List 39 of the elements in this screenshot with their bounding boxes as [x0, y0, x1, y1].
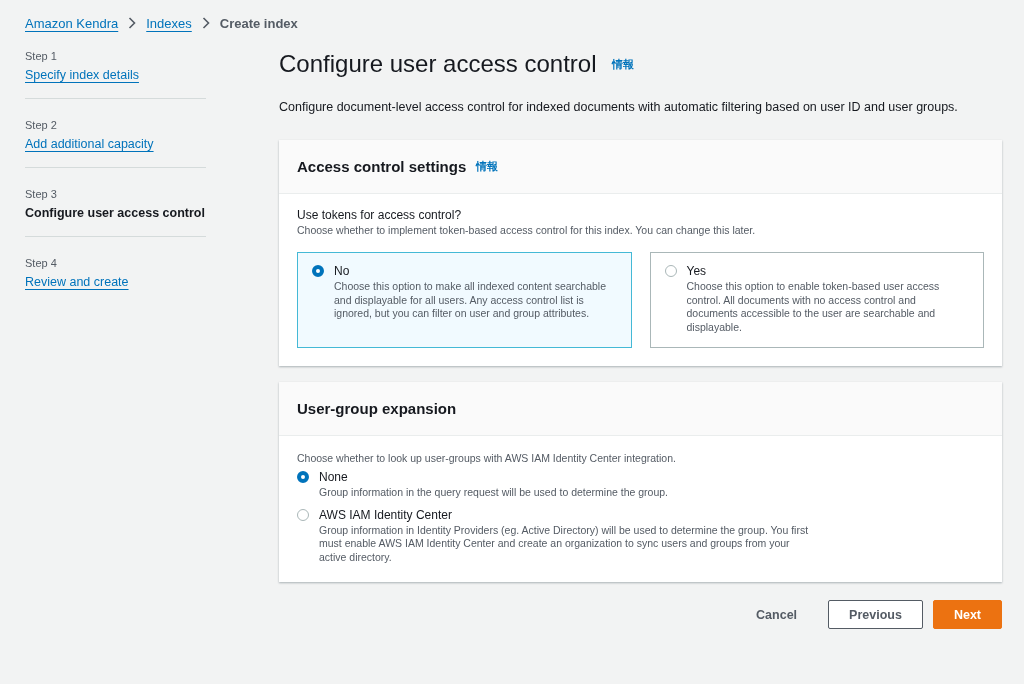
step-number: Step 1 [25, 50, 58, 62]
primary-button[interactable]: Next [932, 600, 1002, 629]
step-number: Step 4 [25, 257, 58, 269]
panel-title: Access control settings [297, 158, 467, 175]
radio-button[interactable] [312, 265, 324, 277]
step-link[interactable]: Review and create [25, 275, 129, 289]
option-description: Group information in the query request will be used to determine the group. [319, 486, 669, 500]
info-link[interactable]: 情報 [476, 159, 499, 174]
chevron-right-icon [128, 17, 137, 29]
panel-title: User-group expansion [297, 400, 457, 417]
radio-button[interactable] [297, 508, 309, 521]
page-description: Configure document-level access control for indexed documents with automatic filtering based on user ID and user groups. [279, 100, 959, 114]
breadcrumb-link[interactable]: Indexes [146, 15, 192, 31]
info-link[interactable]: 情報 [612, 56, 635, 72]
step-link[interactable]: Specify index details [25, 68, 139, 82]
step-link[interactable]: Add additional capacity [25, 137, 154, 151]
radio-button[interactable] [297, 471, 309, 483]
chevron-right-icon [201, 17, 210, 29]
radio-button[interactable] [664, 265, 677, 277]
option-label: None [319, 470, 349, 484]
page-title: Configure user access control [279, 50, 597, 78]
button[interactable]: Previous [828, 600, 923, 629]
breadcrumb-link[interactable]: Amazon Kendra [25, 15, 119, 31]
option-label: Yes [686, 264, 708, 278]
option-description: Choose this option to enable token-based user access control. All documents with no access control and documents accessible to the user are searchable and displayable. [686, 280, 941, 334]
option-label: AWS IAM Identity Center [319, 507, 453, 522]
option-label: No [334, 264, 351, 278]
step-link[interactable]: Configure user access control [25, 206, 205, 220]
radio-tile[interactable]: No Choose this option to make all indexed content searchable and displayable for all users. Any access control list is ignored, but you can filter on user and group attributes. [297, 252, 632, 348]
radio-tile[interactable]: Yes Choose this option to enable token-based user access control. All documents with no access control and documents accessible to the user are searchable and displayable. [649, 252, 984, 348]
option-description: Choose this option to make all indexed content searchable and displayable for all users. Any access control list is ignored, but you can filter on user and group attributes. [334, 280, 607, 321]
field-label: Use tokens for access control? [297, 208, 463, 222]
option-description: Group information in Identity Providers (eg. Active Directory) will be used to determine the group. You first must enable AWS IAM Identity Center and create an organization to sync users and groups from your active directory. [319, 523, 810, 564]
field-hint: Choose whether to implement token-based access control for this index. You can change this later. [297, 224, 757, 236]
field-hint: Choose whether to look up user-groups with AWS IAM Identity Center integration. [297, 452, 677, 464]
breadcrumb-current: Create index [219, 15, 298, 31]
button[interactable]: Cancel [735, 600, 819, 629]
step-number: Step 3 [25, 188, 58, 200]
step-number: Step 2 [25, 119, 58, 131]
